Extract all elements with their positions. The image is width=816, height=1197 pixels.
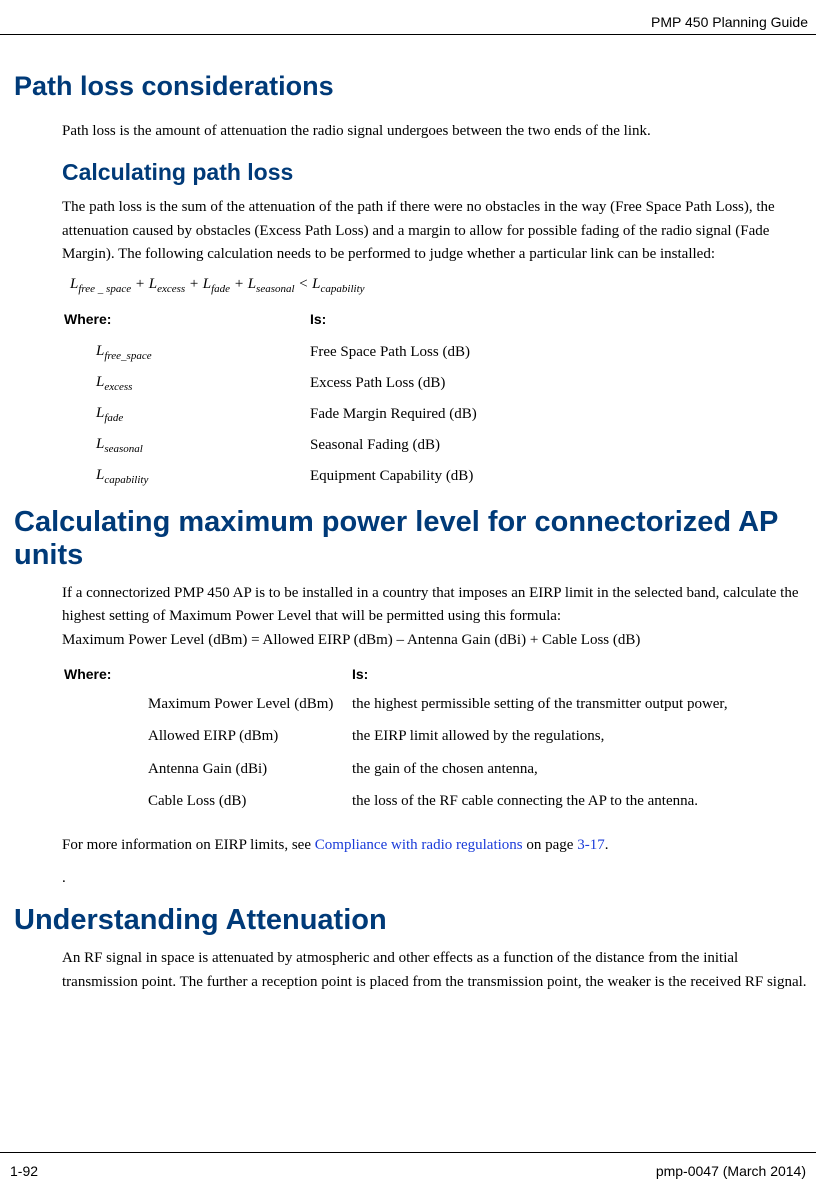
calc-paragraph: The path loss is the sum of the attenuat… xyxy=(62,196,808,266)
table-row: Allowed EIRP (dBm) the EIRP limit allowe… xyxy=(62,720,808,753)
doc-id-date: pmp-0047 (March 2014) xyxy=(656,1163,806,1179)
max-power-paragraph: If a connectorized PMP 450 AP is to be i… xyxy=(62,582,808,652)
header-rule xyxy=(0,34,816,35)
table-row: Maximum Power Level (dBm) the highest pe… xyxy=(62,688,808,721)
stray-dot: . xyxy=(62,867,808,890)
heading-path-loss: Path loss considerations xyxy=(14,71,808,102)
table-row: Lfree_space Free Space Path Loss (dB) xyxy=(62,337,808,368)
table-row: Antenna Gain (dBi) the gain of the chose… xyxy=(62,753,808,786)
attenuation-paragraph: An RF signal in space is attenuated by a… xyxy=(62,947,808,994)
footer-rule xyxy=(0,1152,816,1153)
footer: 1-92 pmp-0047 (March 2014) xyxy=(0,1112,816,1197)
table2-header-is: Is: xyxy=(350,662,808,688)
definitions-table-1: Where: Is: Lfree_space Free Space Path L… xyxy=(62,307,808,492)
page-ref-link[interactable]: 3-17 xyxy=(577,837,605,853)
heading-calc-max-power: Calculating maximum power level for conn… xyxy=(14,506,808,572)
heading-understanding-attenuation: Understanding Attenuation xyxy=(14,904,808,937)
compliance-link[interactable]: Compliance with radio regulations xyxy=(315,837,523,853)
page-number: 1-92 xyxy=(10,1163,38,1179)
table-row: Cable Loss (dB) the loss of the RF cable… xyxy=(62,785,808,818)
table1-header-where: Where: xyxy=(62,307,308,337)
table-row: Lcapability Equipment Capability (dB) xyxy=(62,461,808,492)
table-row: Lseasonal Seasonal Fading (dB) xyxy=(62,430,808,461)
header-guide-title: PMP 450 Planning Guide xyxy=(0,14,816,34)
table-row: Lexcess Excess Path Loss (dB) xyxy=(62,368,808,399)
intro-paragraph: Path loss is the amount of attenuation t… xyxy=(62,120,808,143)
table-row: Lfade Fade Margin Required (dB) xyxy=(62,399,808,430)
heading-calc-path-loss: Calculating path loss xyxy=(62,159,808,186)
more-info-paragraph: For more information on EIRP limits, see… xyxy=(62,834,808,857)
table2-header-where: Where: xyxy=(62,662,146,688)
equation-path-loss: Lfree _ space + Lexcess + Lfade + Lseaso… xyxy=(70,276,808,295)
table1-header-is: Is: xyxy=(308,307,808,337)
definitions-table-2: Where: Is: Maximum Power Level (dBm) the… xyxy=(62,662,808,818)
